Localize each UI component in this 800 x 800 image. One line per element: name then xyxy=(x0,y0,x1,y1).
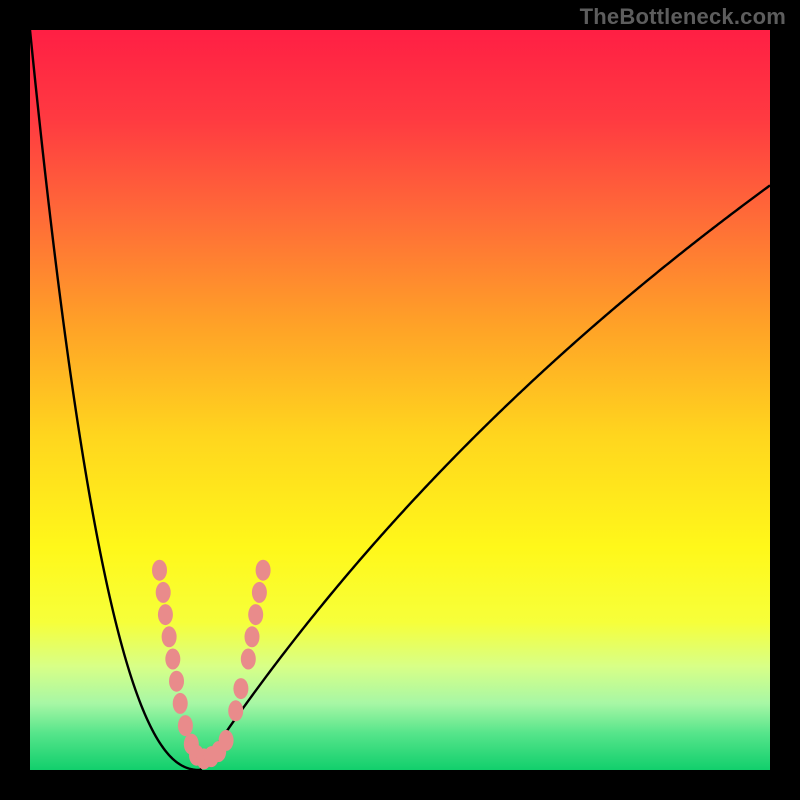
plot-area xyxy=(30,30,770,770)
watermark-label: TheBottleneck.com xyxy=(580,4,786,30)
chart-frame: TheBottleneck.com xyxy=(0,0,800,800)
background-gradient xyxy=(30,30,770,770)
